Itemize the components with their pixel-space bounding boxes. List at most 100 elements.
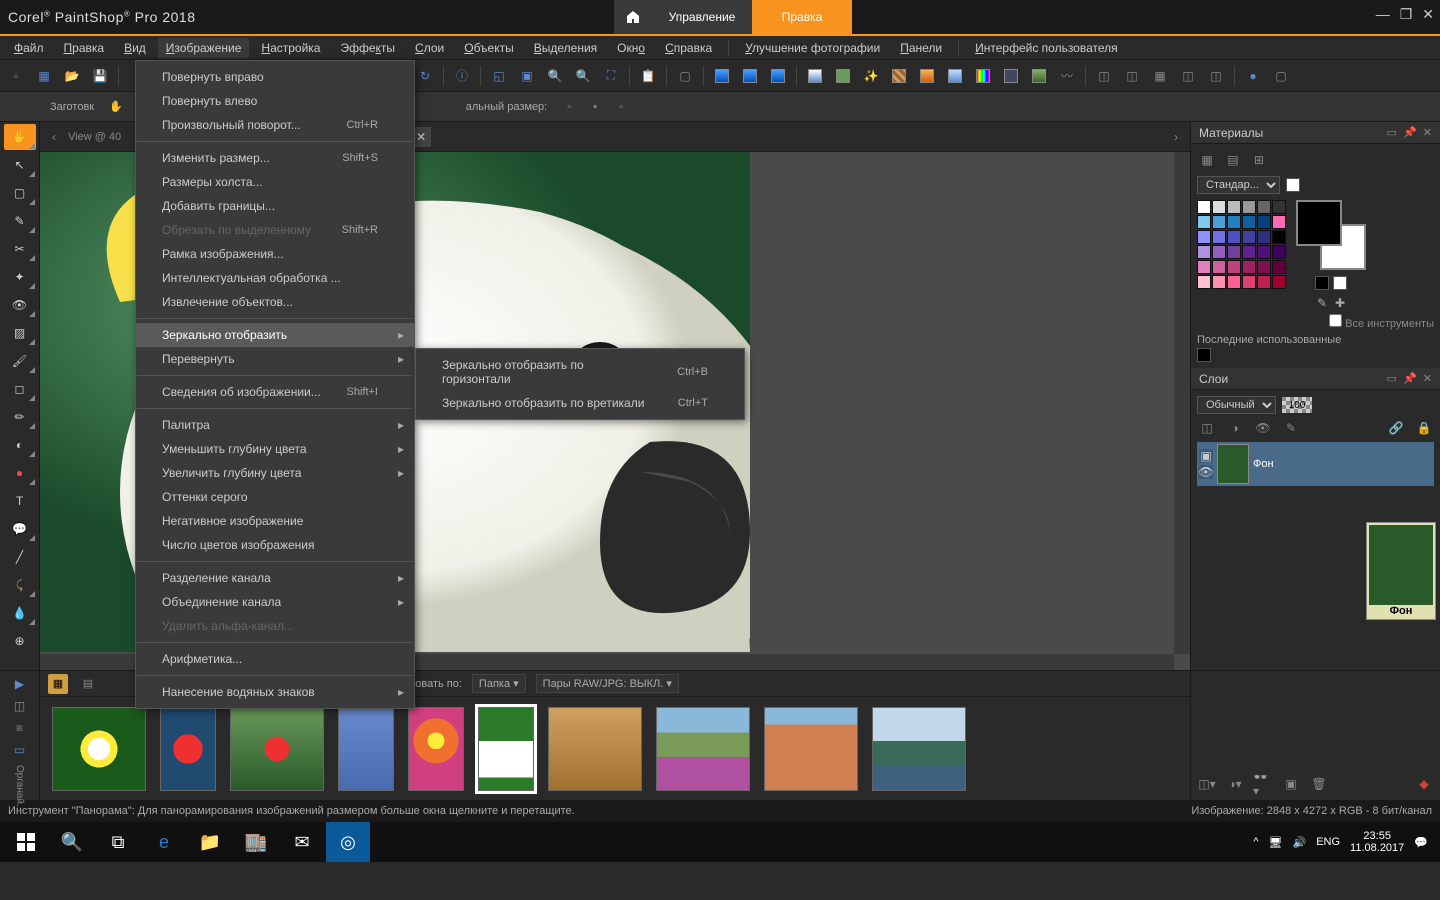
org-play-icon[interactable]: ▶ [10, 677, 30, 691]
menu-item[interactable]: Уменьшить глубину цвета▸ [136, 437, 414, 461]
fg-bg-colors[interactable] [1296, 200, 1366, 270]
brush-tool[interactable]: 🖌 [4, 348, 36, 374]
foreground-color[interactable] [1296, 200, 1342, 246]
menu-item[interactable]: Разделение канала▸ [136, 566, 414, 590]
taskview-button[interactable]: ⧉ [96, 822, 140, 862]
paintshop-button[interactable]: ◎ [326, 822, 370, 862]
line-tool[interactable]: ╱ [4, 544, 36, 570]
swatch[interactable] [1257, 215, 1271, 229]
menu-edit[interactable]: Правка [56, 38, 113, 58]
swatch[interactable] [1227, 200, 1241, 214]
thumb-item[interactable] [230, 707, 324, 791]
panel-close-icon[interactable]: ✕ [1423, 372, 1432, 385]
swatch[interactable] [1257, 275, 1271, 289]
materials-panel-header[interactable]: Материалы ▭📌✕ [1191, 122, 1440, 144]
effect-photo-icon[interactable] [833, 66, 853, 86]
menu-item[interactable]: Палитра▸ [136, 413, 414, 437]
swatch[interactable] [1212, 275, 1226, 289]
menu-item[interactable]: Перевернуть▸ [136, 347, 414, 371]
menu-item[interactable]: Изменить размер...Shift+S [136, 146, 414, 170]
text-tool[interactable]: T [4, 488, 36, 514]
menu-effects[interactable]: Эффекты [332, 38, 403, 58]
selection-tool[interactable]: ▢ [4, 180, 36, 206]
pairs-dropdown[interactable]: Пары RAW/JPG: ВЫКЛ. ▾ [536, 674, 679, 693]
thumb-item-selected[interactable] [478, 707, 534, 791]
retouch-tool[interactable]: ▨ [4, 320, 36, 346]
pencil-tool[interactable]: ✏ [4, 404, 36, 430]
menu-item[interactable]: Добавить границы... [136, 194, 414, 218]
menu-help[interactable]: Справка [657, 38, 720, 58]
tray-notifications-icon[interactable]: 💬 [1414, 836, 1428, 849]
next-doc-button[interactable]: › [1168, 130, 1184, 144]
layer-mask-icon[interactable]: ◑ [1225, 418, 1245, 438]
opacity-field[interactable]: 100 [1282, 397, 1312, 413]
effect-wave-icon[interactable]: 〰 [1057, 66, 1077, 86]
effect-stripe-icon[interactable] [889, 66, 909, 86]
mail-button[interactable]: ✉ [280, 822, 324, 862]
layer-new-icon[interactable]: ◫ [1197, 418, 1217, 438]
thumb-item[interactable] [160, 707, 216, 791]
swatch[interactable] [1197, 200, 1211, 214]
frame-2-icon[interactable]: ◫ [1122, 66, 1142, 86]
explorer-button[interactable]: 📁 [188, 822, 232, 862]
swatch[interactable] [1257, 200, 1271, 214]
swatch-view-icon[interactable]: ▦ [1197, 150, 1217, 170]
blend-mode-select[interactable]: Обычный [1197, 396, 1276, 414]
swatch[interactable] [1272, 275, 1286, 289]
frame-3-icon[interactable]: ▦ [1150, 66, 1170, 86]
paste-icon[interactable]: 📋 [638, 66, 658, 86]
swatch[interactable] [1212, 245, 1226, 259]
picker-icon[interactable]: ✎ [1317, 296, 1327, 310]
menu-photo-enhance[interactable]: Улучшение фотографии [737, 38, 888, 58]
pan-tool[interactable]: ✋ [4, 124, 36, 150]
vertical-scrollbar[interactable] [1174, 152, 1190, 654]
menu-item[interactable]: Увеличить глубину цвета▸ [136, 461, 414, 485]
swatch[interactable] [1197, 215, 1211, 229]
swatch[interactable] [1227, 245, 1241, 259]
mini-fg[interactable] [1315, 276, 1329, 290]
minimize-button[interactable]: — [1376, 6, 1390, 23]
layer-adjust-icon[interactable]: ✎ [1281, 418, 1301, 438]
effect-rainbow-icon[interactable] [973, 66, 993, 86]
open-icon[interactable]: 📂 [62, 66, 82, 86]
prev-doc-button[interactable]: ‹ [46, 130, 62, 144]
swatch[interactable] [1257, 230, 1271, 244]
info-icon[interactable]: ⓘ [452, 66, 472, 86]
swatch[interactable] [1227, 215, 1241, 229]
layers-panel-header[interactable]: Слои ▭📌✕ [1191, 368, 1440, 390]
tray-chevron-icon[interactable]: ^ [1253, 836, 1258, 848]
layer-link-icon[interactable]: 🔗 [1386, 418, 1406, 438]
menu-image[interactable]: Изображение [158, 38, 250, 58]
effect-dark-icon[interactable] [1001, 66, 1021, 86]
menu-layers[interactable]: Слои [407, 38, 452, 58]
warp-tool[interactable]: ⤹ [4, 572, 36, 598]
recent-swatch[interactable] [1197, 348, 1211, 362]
org-screen-icon[interactable]: ▭ [10, 743, 30, 757]
lb-del-icon[interactable]: 🗑 [1309, 774, 1329, 794]
shape-tool[interactable]: ◻ [4, 376, 36, 402]
list-view-icon[interactable]: ▤ [1223, 150, 1243, 170]
org-tree-icon[interactable]: ◫ [10, 699, 30, 713]
start-button[interactable] [4, 822, 48, 862]
add-color-icon[interactable]: ✚ [1335, 296, 1345, 310]
smudge-tool[interactable]: ◐ [4, 432, 36, 458]
add-swatch-icon[interactable]: ⊞ [1249, 150, 1269, 170]
fit-icon[interactable]: ⛶ [601, 66, 621, 86]
zoom-out-icon[interactable]: 🔍 [573, 66, 593, 86]
effect-grad-icon[interactable] [805, 66, 825, 86]
menu-palettes[interactable]: Панели [892, 38, 950, 58]
swatch[interactable] [1272, 245, 1286, 259]
swatch[interactable] [1272, 215, 1286, 229]
close-button[interactable]: ✕ [1422, 6, 1434, 23]
menu-adjust[interactable]: Настройка [253, 38, 328, 58]
dropper-tool[interactable]: ✎ [4, 208, 36, 234]
add-tool[interactable]: ⊕ [4, 628, 36, 654]
size-btn-2[interactable]: ▪ [585, 97, 605, 117]
swatch[interactable] [1272, 260, 1286, 274]
menu-item[interactable]: Повернуть влево [136, 89, 414, 113]
redo-icon[interactable]: ↻ [415, 66, 435, 86]
panel-pin-icon[interactable]: 📌 [1403, 372, 1417, 385]
edge-button[interactable]: e [142, 822, 186, 862]
menu-item[interactable]: Сведения об изображении...Shift+I [136, 380, 414, 404]
menu-item[interactable]: Число цветов изображения [136, 533, 414, 557]
